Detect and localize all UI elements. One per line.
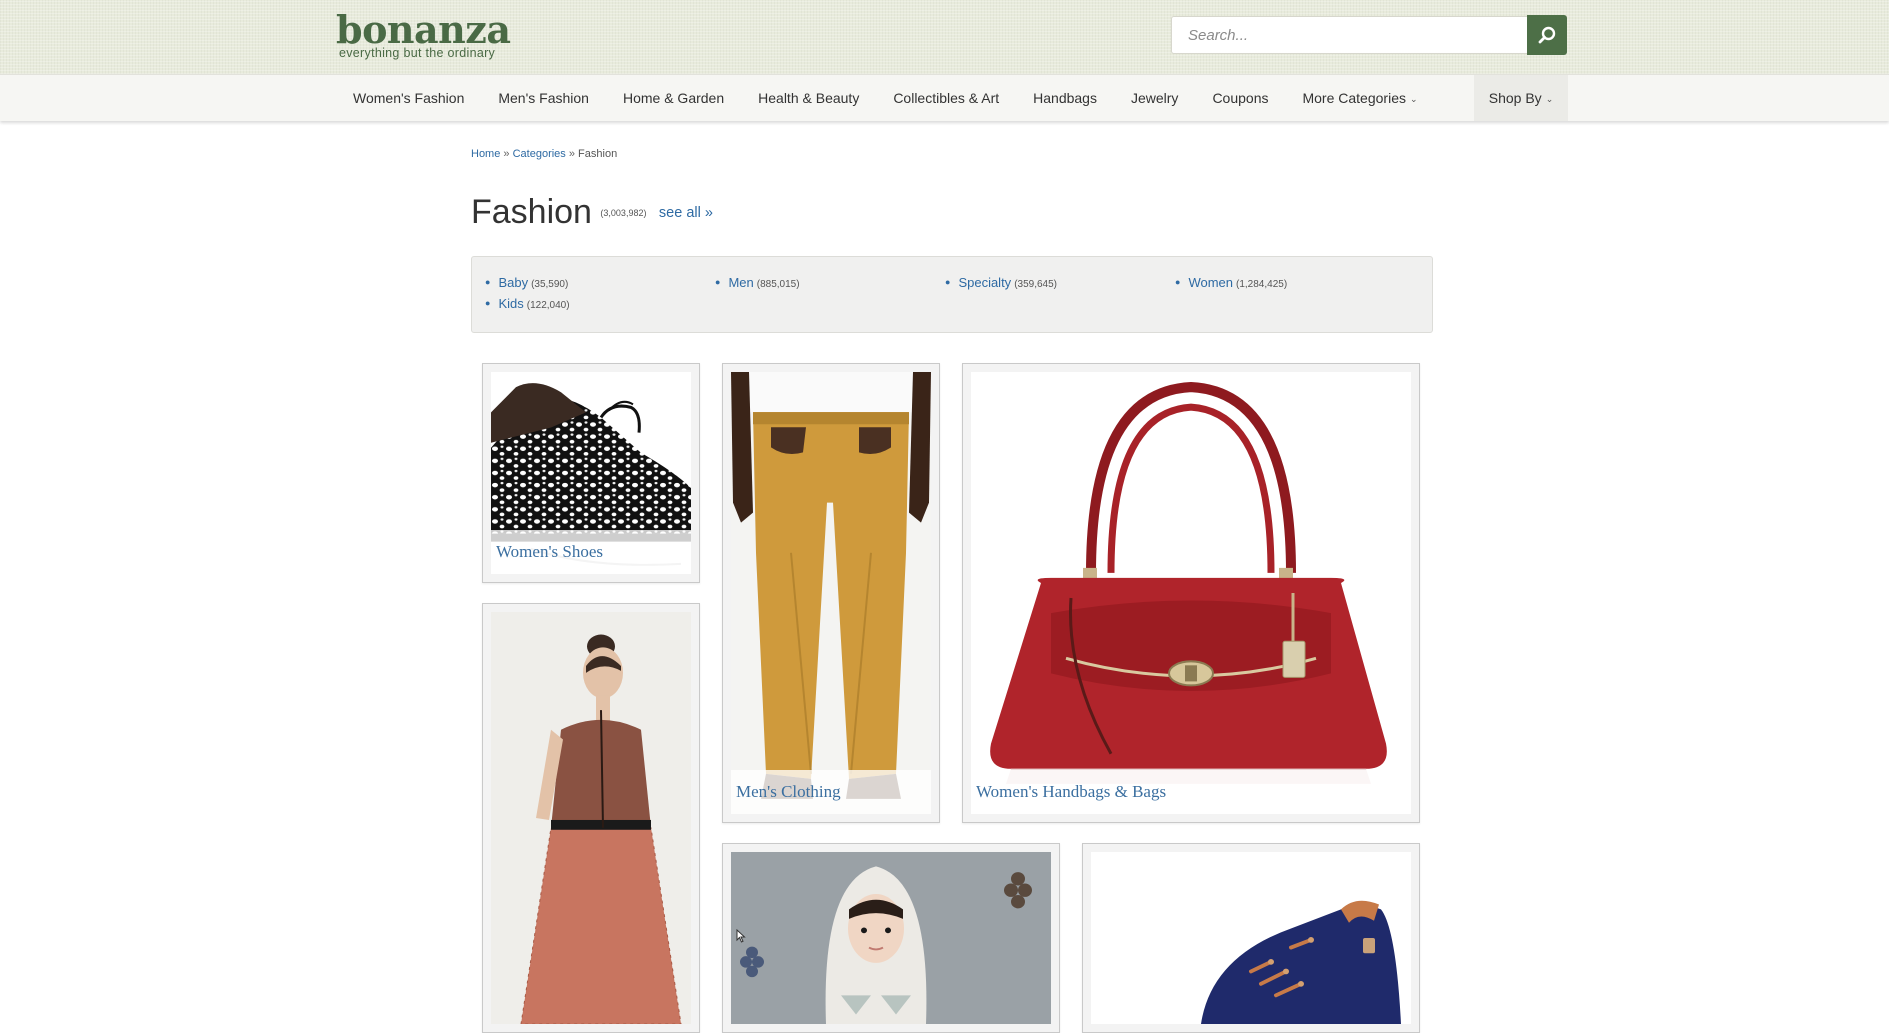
nav-item-coupons[interactable]: Coupons xyxy=(1195,75,1285,121)
subcategory-count: (122,040) xyxy=(526,300,570,311)
bonanza-logo[interactable]: bonanza everything but the ordinary xyxy=(336,8,511,62)
breadcrumb-categories[interactable]: Categories xyxy=(513,148,566,160)
site-header: bonanza everything but the ordinary xyxy=(0,0,1889,74)
subcategory-item: ● Kids (122,040) xyxy=(485,294,570,315)
subcategory-column: ● Specialty (359,645) xyxy=(945,273,1057,294)
nav-item-womens-fashion[interactable]: Women's Fashion xyxy=(336,75,481,121)
bullet-icon: ● xyxy=(485,298,491,308)
breadcrumb-home[interactable]: Home xyxy=(471,148,500,160)
see-all-link[interactable]: see all » xyxy=(659,205,713,221)
category-tile-dresses[interactable] xyxy=(482,603,700,1033)
tile-image-chino-pants xyxy=(731,372,931,814)
subcategory-link-men[interactable]: Men xyxy=(728,275,753,290)
nav-item-home-garden[interactable]: Home & Garden xyxy=(606,75,741,121)
breadcrumb-separator: » xyxy=(503,148,510,160)
tile-image-red-handbag xyxy=(971,372,1411,814)
search-input[interactable] xyxy=(1171,16,1527,54)
nav-item-more-categories[interactable]: More Categories ⌄ xyxy=(1285,75,1434,121)
category-tile-womens-handbags[interactable]: Women's Handbags & Bags xyxy=(962,363,1420,823)
title-row: Fashion (3,003,982) see all » xyxy=(471,193,713,239)
mouse-cursor-icon xyxy=(736,929,746,943)
page-title: Fashion xyxy=(471,193,592,231)
bullet-icon: ● xyxy=(485,277,491,287)
nav-item-health-beauty[interactable]: Health & Beauty xyxy=(741,75,876,121)
category-tile-kids[interactable] xyxy=(722,843,1060,1033)
nav-item-collectibles-art[interactable]: Collectibles & Art xyxy=(876,75,1016,121)
subcategory-item: ● Specialty (359,645) xyxy=(945,273,1057,294)
category-tile-womens-shoes[interactable]: Women's Shoes xyxy=(482,363,700,583)
subcategory-link-baby[interactable]: Baby xyxy=(498,275,528,290)
bullet-icon: ● xyxy=(945,277,951,287)
tile-image-child-hoodie xyxy=(731,852,1051,1024)
subcategory-item: ● Women (1,284,425) xyxy=(1175,273,1287,294)
nav-list: Women's Fashion Men's Fashion Home & Gar… xyxy=(336,75,1435,121)
subcategory-count: (35,590) xyxy=(531,279,569,290)
search-button[interactable] xyxy=(1527,15,1567,55)
item-count: (3,003,982) xyxy=(600,207,647,218)
subcategory-box: ● Baby (35,590) ● Kids (122,040) ● Men (885,01… xyxy=(471,256,1433,333)
category-tile-mens-clothing[interactable]: Men's Clothing xyxy=(722,363,940,823)
nav-item-handbags[interactable]: Handbags xyxy=(1016,75,1114,121)
category-tile-mens-shoes[interactable] xyxy=(1082,843,1420,1033)
tile-image-blue-shoe xyxy=(1091,852,1411,1024)
tile-label: Men's Clothing xyxy=(731,770,931,814)
subcategory-link-kids[interactable]: Kids xyxy=(498,296,523,311)
breadcrumb-current: Fashion xyxy=(578,148,618,160)
search-icon xyxy=(1538,26,1556,44)
subcategory-count: (359,645) xyxy=(1014,279,1057,290)
tile-label: Women's Handbags & Bags xyxy=(971,770,1411,814)
nav-item-mens-fashion[interactable]: Men's Fashion xyxy=(481,75,606,121)
subcategory-link-specialty[interactable]: Specialty xyxy=(958,275,1011,290)
subcategory-column: ● Men (885,015) xyxy=(715,273,800,294)
subcategory-column: ● Women (1,284,425) xyxy=(1175,273,1287,294)
bullet-icon: ● xyxy=(1175,277,1181,287)
subcategory-item: ● Men (885,015) xyxy=(715,273,800,294)
tile-image-rust-dress xyxy=(491,612,691,1024)
subcategory-link-women[interactable]: Women xyxy=(1188,275,1233,290)
tile-label: Women's Shoes xyxy=(491,530,691,574)
shop-by-label: Shop By xyxy=(1488,90,1542,106)
subcategory-item: ● Baby (35,590) xyxy=(485,273,570,294)
bullet-icon: ● xyxy=(715,277,721,287)
subcategory-column: ● Baby (35,590) ● Kids (122,040) xyxy=(485,273,570,315)
shop-by-menu[interactable]: Shop By ⌄ xyxy=(1474,75,1568,121)
logo-tagline: everything but the ordinary xyxy=(339,46,496,60)
breadcrumb: Home » Categories » Fashion xyxy=(471,148,617,160)
nav-item-jewelry[interactable]: Jewelry xyxy=(1114,75,1195,121)
category-nav: Women's Fashion Men's Fashion Home & Gar… xyxy=(0,74,1889,121)
chevron-down-icon: ⌄ xyxy=(1409,94,1418,104)
more-categories-label: More Categories xyxy=(1302,90,1406,106)
chevron-down-icon: ⌄ xyxy=(1545,94,1554,104)
breadcrumb-separator: » xyxy=(568,148,575,160)
subcategory-count: (885,015) xyxy=(756,279,800,290)
subcategory-count: (1,284,425) xyxy=(1236,279,1288,290)
